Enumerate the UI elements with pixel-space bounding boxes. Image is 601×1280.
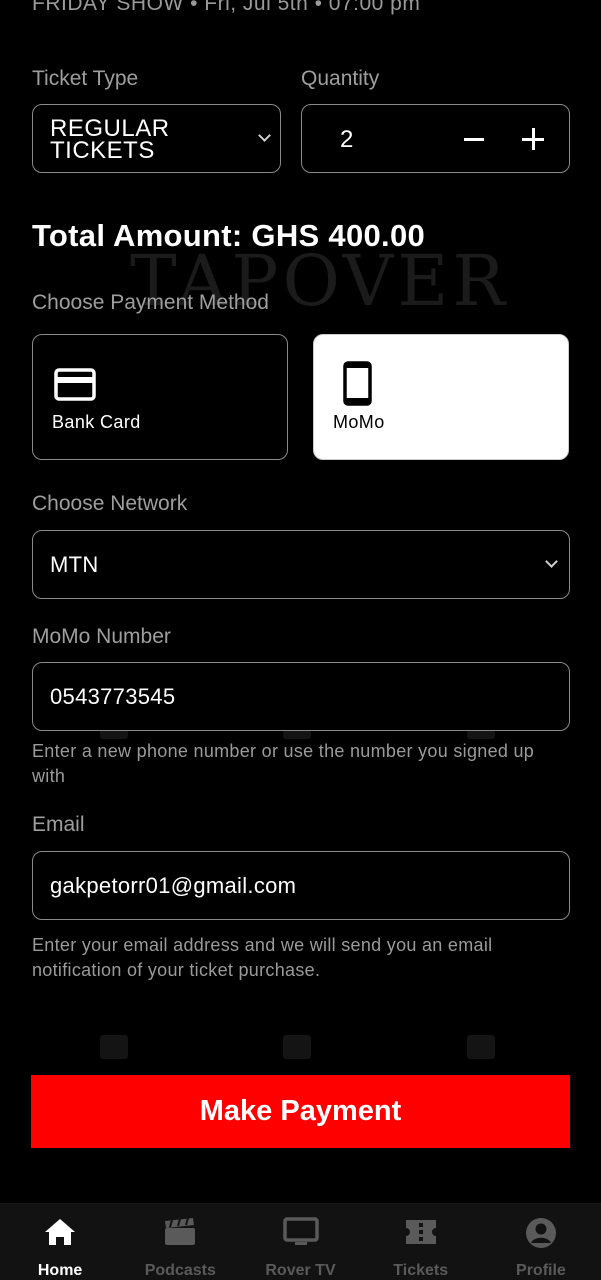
- ticket-icon: [405, 1220, 436, 1244]
- momo-number-help: Enter a new phone number or use the numb…: [32, 741, 535, 786]
- make-payment-button[interactable]: Make Payment: [31, 1075, 570, 1148]
- tab-rover-tv[interactable]: Rover TV: [240, 1203, 360, 1280]
- payment-option-momo[interactable]: MoMo: [313, 334, 569, 460]
- profile-icon: [525, 1218, 556, 1248]
- tab-rover-tv-label: Rover TV: [265, 1262, 336, 1279]
- tab-tickets[interactable]: Tickets: [361, 1203, 481, 1280]
- ticket-type-select[interactable]: REGULAR TICKETS: [32, 104, 281, 173]
- plus-icon[interactable]: [515, 119, 549, 159]
- tab-home[interactable]: Home: [0, 1203, 120, 1280]
- tab-podcasts[interactable]: Podcasts: [120, 1203, 240, 1280]
- minus-icon[interactable]: [457, 119, 491, 159]
- event-info: FRIDAY SHOW • Fri, Jul 5th • 07:00 pm: [32, 0, 421, 15]
- momo-number-input[interactable]: 0543773545: [32, 662, 570, 731]
- ghost-icon: [283, 1035, 311, 1059]
- momo-number-value: 0543773545: [50, 684, 176, 709]
- quantity-value: 2: [340, 126, 354, 153]
- ghost-icon: [467, 1035, 495, 1059]
- network-label: Choose Network: [32, 492, 188, 515]
- payment-method-label: Choose Payment Method: [32, 291, 269, 314]
- email-help: Enter your email address and we will sen…: [32, 935, 493, 980]
- quantity-label: Quantity: [301, 67, 380, 90]
- network-value: MTN: [50, 552, 99, 577]
- email-label: Email: [32, 813, 85, 836]
- phone-icon: [343, 361, 372, 406]
- total-amount: Total Amount: GHS 400.00: [32, 218, 426, 253]
- tab-profile-label: Profile: [516, 1262, 566, 1279]
- ticket-type-label: Ticket Type: [32, 67, 139, 90]
- quantity-stepper: 2: [301, 104, 570, 173]
- tab-tickets-label: Tickets: [393, 1262, 449, 1279]
- bank-card-label: Bank Card: [52, 412, 141, 432]
- credit-card-icon: [54, 368, 96, 401]
- tab-profile[interactable]: Profile: [481, 1203, 601, 1280]
- clapperboard-icon: [165, 1217, 196, 1245]
- chevron-down-icon: [258, 129, 271, 142]
- tab-home-label: Home: [37, 1262, 83, 1279]
- chevron-down-icon: [545, 555, 558, 568]
- payment-option-bank-card[interactable]: Bank Card: [32, 334, 288, 460]
- home-icon: [45, 1219, 76, 1245]
- email-field[interactable]: gakpetorr01@gmail.com: [32, 851, 570, 920]
- network-select[interactable]: MTN: [32, 530, 570, 599]
- ghost-icon: [100, 1035, 128, 1059]
- email-value: gakpetorr01@gmail.com: [50, 873, 297, 898]
- momo-label: MoMo: [333, 412, 385, 432]
- momo-number-label: MoMo Number: [32, 625, 171, 648]
- tab-podcasts-label: Podcasts: [144, 1262, 216, 1279]
- bottom-tab-bar: Home Podcasts Rover TV Tickets Profile: [0, 1203, 601, 1280]
- ticket-type-value: REGULAR TICKETS: [50, 115, 170, 164]
- tv-icon: [282, 1217, 319, 1245]
